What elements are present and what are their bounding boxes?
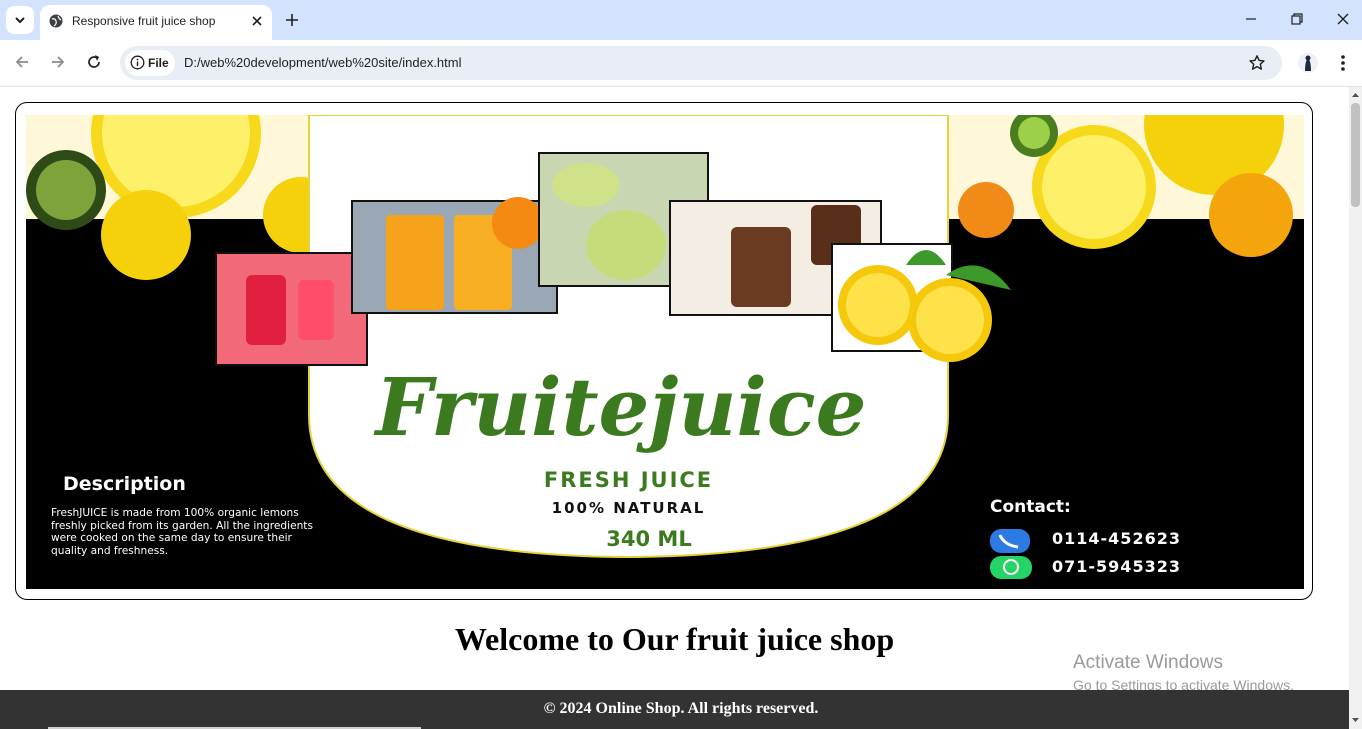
watermark-title: Activate Windows [1073,652,1223,673]
footer-copyright: © 2024 Online Shop. All rights reserved. [543,700,819,717]
tagline: FRESH JUICE [543,468,714,492]
info-icon [130,55,145,70]
more-menu-icon[interactable] [1334,52,1352,74]
globe-icon [49,14,63,28]
vertical-scrollbar[interactable] [1349,87,1362,729]
forward-arrow-icon[interactable] [49,53,67,71]
file-label: File [148,56,169,70]
phone-number: 0114-452623 [1052,529,1181,548]
page-viewport: Fruitejuice FRESH JUICE 100% NATURAL 340… [0,87,1349,729]
tab-close-button[interactable] [249,13,265,29]
tab-strip: Responsive fruit juice shop [0,0,1362,40]
profile-avatar[interactable] [1297,52,1319,74]
chevron-down-icon [15,17,25,24]
site-info-chip[interactable]: File [125,50,175,76]
scroll-up-arrow-icon[interactable] [1349,89,1362,101]
reload-icon[interactable] [85,53,103,71]
description-title: Description [63,473,186,495]
restore-icon[interactable] [1290,12,1304,26]
profile-icon [1298,53,1318,73]
browser-toolbar: File D:/web%20development/web%20site/ind… [0,40,1362,87]
description-line: FreshJUICE is made from 100% organic lem… [51,507,299,519]
juice-banner-image: Fruitejuice FRESH JUICE 100% NATURAL 340… [26,115,1304,589]
active-tab[interactable]: Responsive fruit juice shop [40,5,272,40]
address-bar[interactable]: File D:/web%20development/web%20site/ind… [120,46,1282,80]
tab-title: Responsive fruit juice shop [72,14,216,28]
new-tab-plus-icon[interactable] [283,11,301,29]
brand-logo: Fruitejuice [375,360,867,454]
description-line: quality and freshness. [51,544,169,557]
bookmark-star-icon[interactable] [1248,54,1266,72]
window-close-icon[interactable] [1336,12,1350,26]
close-icon [252,16,262,26]
back-arrow-icon[interactable] [13,53,31,71]
windows-activation-watermark: Activate Windows Go to Settings to activ… [1073,652,1294,693]
scrollbar-thumb[interactable] [1351,103,1360,207]
tab-search-button[interactable] [6,6,34,34]
contact-title: Contact: [990,497,1071,517]
scroll-down-arrow-icon[interactable] [1349,714,1362,726]
url-text[interactable]: D:/web%20development/web%20site/index.ht… [184,55,462,70]
description-line: freshly picked from its garden. All the … [51,519,313,532]
minimize-icon[interactable] [1244,12,1258,26]
page-footer: © 2024 Online Shop. All rights reserved. [0,690,1349,729]
whatsapp-number: 071-5945323 [1052,557,1181,576]
description-body: FreshJUICE is made from 100% organic lem… [51,507,421,557]
description-line: were cooked on the same day to ensure th… [51,532,292,545]
